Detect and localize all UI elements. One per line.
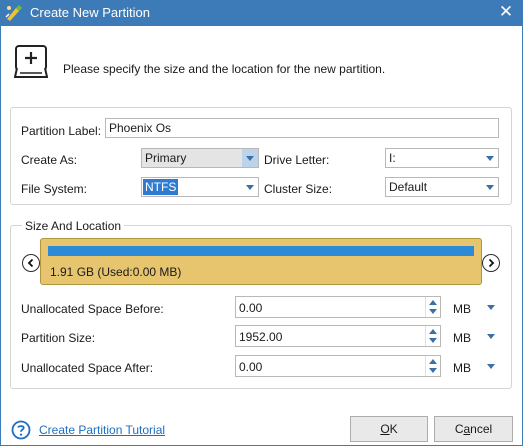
add-disk-icon (14, 45, 48, 78)
unallocated-after-value: 0.00 (239, 360, 263, 374)
unallocated-before-label: Unallocated Space Before: (21, 302, 164, 316)
chevron-down-icon[interactable] (242, 178, 258, 196)
move-left-button[interactable] (22, 254, 40, 272)
app-logo-icon (5, 5, 22, 21)
unallocated-after-stepper[interactable]: 0.00 (235, 355, 441, 377)
instruction-text: Please specify the size and the location… (63, 62, 386, 76)
create-partition-tutorial-link[interactable]: Create Partition Tutorial (39, 423, 165, 437)
file-system-value: NTFS (143, 179, 179, 195)
unit-dropdown-icon[interactable] (486, 361, 496, 371)
file-system-label: File System: (21, 182, 88, 196)
partition-size-label: Partition Size: (21, 331, 96, 345)
increment-arrow-icon[interactable] (429, 300, 437, 305)
chevron-down-icon[interactable] (482, 178, 498, 196)
ok-button[interactable]: OK (350, 416, 428, 442)
create-as-select[interactable]: Primary (141, 148, 259, 168)
stepper-arrows[interactable] (425, 356, 440, 376)
drive-letter-value: I: (389, 151, 396, 165)
partition-size-value: 1952.00 (239, 330, 283, 344)
create-as-value: Primary (145, 151, 187, 165)
window-title: Create New Partition (30, 5, 150, 20)
decrement-arrow-icon[interactable] (429, 338, 437, 343)
partition-disk-map[interactable]: 1.91 GB (Used:0.00 MB) (40, 238, 482, 285)
cancel-button[interactable]: Cancel (434, 416, 513, 442)
ok-accel: O (380, 422, 390, 436)
drive-letter-select[interactable]: I: (385, 148, 499, 168)
stepper-arrows[interactable] (425, 326, 440, 346)
increment-arrow-icon[interactable] (429, 359, 437, 364)
help-icon[interactable] (11, 420, 31, 440)
unit-dropdown-icon[interactable] (486, 331, 496, 341)
cluster-size-label: Cluster Size: (264, 182, 333, 196)
unallocated-after-unit: MB (453, 361, 471, 375)
size-location-legend: Size And Location (22, 219, 125, 233)
unallocated-before-unit: MB (453, 302, 471, 316)
chevron-down-icon[interactable] (482, 149, 498, 167)
chevron-right-icon (488, 258, 495, 268)
chevron-left-icon (27, 258, 34, 268)
ok-label-rest: K (389, 422, 398, 436)
partition-label-input[interactable]: Phoenix Os (105, 118, 499, 138)
chevron-down-icon[interactable] (242, 149, 258, 167)
partition-label-label: Partition Label: (21, 124, 102, 138)
partition-size-text: 1.91 GB (Used:0.00 MB) (50, 265, 182, 279)
cancel-label-rest: ncel (470, 422, 493, 436)
close-button[interactable]: ✕ (497, 2, 515, 22)
decrement-arrow-icon[interactable] (429, 309, 437, 314)
move-right-button[interactable] (482, 254, 500, 272)
file-system-select[interactable]: NTFS (141, 177, 259, 197)
create-as-label: Create As: (21, 153, 78, 167)
unallocated-before-stepper[interactable]: 0.00 (235, 296, 441, 318)
unallocated-after-label: Unallocated Space After: (21, 361, 154, 375)
drive-letter-label: Drive Letter: (264, 153, 330, 167)
partition-used-bar (48, 246, 474, 256)
increment-arrow-icon[interactable] (429, 329, 437, 334)
unit-dropdown-icon[interactable] (486, 302, 496, 312)
decrement-arrow-icon[interactable] (429, 368, 437, 373)
unallocated-before-value: 0.00 (239, 301, 263, 315)
title-bar: Create New Partition ✕ (0, 0, 523, 26)
partition-size-unit: MB (453, 331, 471, 345)
partition-size-stepper[interactable]: 1952.00 (235, 325, 441, 347)
cluster-size-select[interactable]: Default (385, 177, 499, 197)
cluster-size-value: Default (389, 180, 428, 194)
stepper-arrows[interactable] (425, 297, 440, 317)
